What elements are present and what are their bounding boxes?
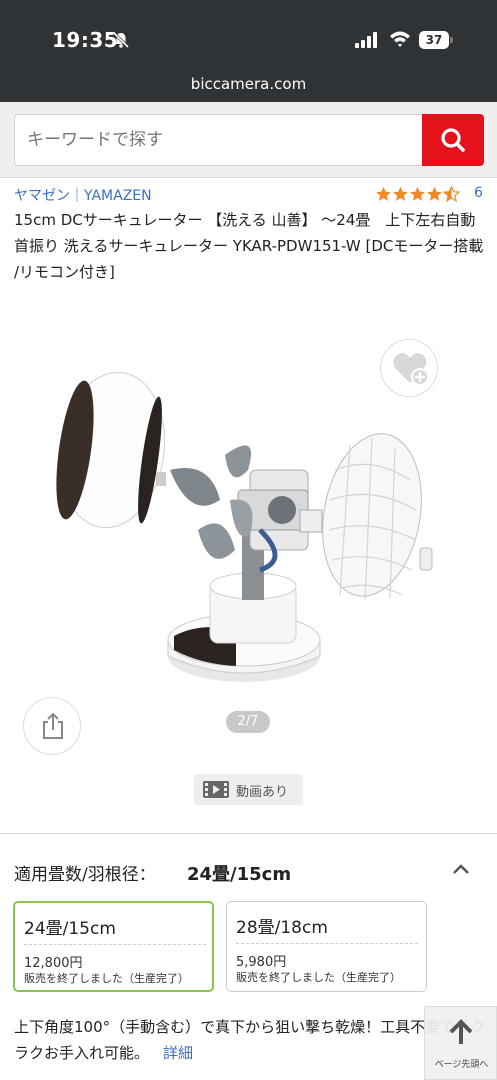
wifi-icon <box>390 31 410 47</box>
product-image[interactable] <box>50 360 450 700</box>
half-star-icon <box>443 186 460 202</box>
variation-selected-value: 24畳/15cm <box>187 864 292 885</box>
image-pager: 2/7 <box>226 711 270 733</box>
back-to-top-label: ページ先頭へ <box>434 1060 489 1070</box>
battery-level: 37 <box>419 31 449 49</box>
variation-option-status: 販売を終了しました（生産完了） <box>24 972 189 985</box>
back-to-top-button[interactable]: ページ先頭へ <box>424 1006 497 1080</box>
rating-stars[interactable] <box>375 186 460 202</box>
browser-chrome: 19:35 37 biccamera.com <box>0 0 497 102</box>
variation-label: 適用畳数/羽根径： <box>14 865 156 885</box>
battery-icon: 37 <box>419 31 453 49</box>
favorite-button[interactable] <box>380 339 438 397</box>
review-count[interactable]: 6 <box>474 185 483 201</box>
product-description: 上下角度100°（手動含む）で真下から狙い撃ち乾燥！工具不要でラクラクお手入れ可… <box>14 1014 488 1066</box>
address-bar[interactable]: biccamera.com <box>0 75 497 93</box>
variation-option-size: 24畳/15cm <box>24 919 116 939</box>
star-icon <box>427 186 442 201</box>
description-text: 上下角度100°（手動含む）で真下から狙い撃ち乾燥！工具不要でラクラクお手入れ可… <box>14 1018 486 1062</box>
video-badge[interactable]: 動画あり <box>194 774 303 805</box>
variation-option-size: 28畳/18cm <box>236 918 328 938</box>
status-time: 19:35 <box>52 28 119 52</box>
star-icon <box>376 186 391 201</box>
product-title: 15cm DCサーキュレーター 【洗える 山善】 ～24畳 上下左右自動首振り … <box>14 211 484 281</box>
brand-link[interactable]: ヤマゼン｜YAMAZEN <box>14 185 152 205</box>
variation-option-price: 12,800円 <box>24 956 83 971</box>
arrow-up-icon <box>449 1019 473 1044</box>
star-icon <box>410 186 425 201</box>
search-input[interactable] <box>14 114 422 166</box>
variation-option-status: 販売を終了しました（生産完了） <box>236 971 401 984</box>
share-icon <box>43 712 63 739</box>
share-button[interactable] <box>23 697 81 755</box>
variation-option-price: 5,980円 <box>236 955 287 970</box>
search-button[interactable] <box>422 114 484 166</box>
bell-off-icon <box>112 31 130 49</box>
variation-option-24[interactable]: 24畳/15cm 12,800円 販売を終了しました（生産完了） <box>13 901 214 992</box>
star-icon <box>393 186 408 201</box>
film-icon <box>203 781 229 798</box>
variation-option-28[interactable]: 28畳/18cm 5,980円 販売を終了しました（生産完了） <box>226 901 427 992</box>
search-icon <box>441 128 465 152</box>
chevron-up-icon[interactable] <box>452 862 470 876</box>
divider <box>0 833 497 834</box>
heart-plus-icon <box>393 353 429 386</box>
search-bar <box>0 102 497 178</box>
details-link[interactable]: 詳細 <box>163 1044 193 1062</box>
cellular-signal-icon <box>355 32 377 48</box>
video-badge-label: 動画あり <box>236 785 289 800</box>
